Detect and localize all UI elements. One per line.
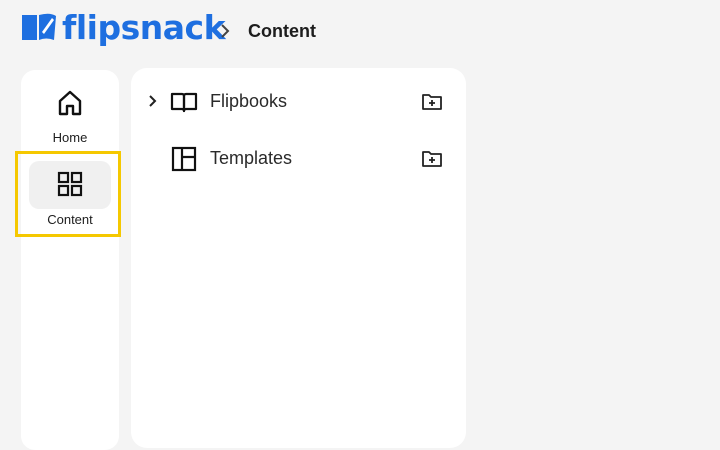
tree-item-label: Flipbooks xyxy=(210,91,288,111)
template-layout-icon xyxy=(171,146,197,172)
sidebar: Home Content xyxy=(21,70,119,450)
logo-text: flipsnack xyxy=(62,7,226,47)
folder-plus-icon[interactable] xyxy=(421,149,443,169)
content-panel: Flipbooks Templates xyxy=(131,68,466,448)
breadcrumb-current: Content xyxy=(248,21,316,41)
flipsnack-logo[interactable]: flipsnack xyxy=(20,7,226,47)
breadcrumb-chevron-icon xyxy=(221,24,230,38)
tree-item-label: Templates xyxy=(210,148,293,168)
highlight-box xyxy=(15,151,121,237)
sidebar-item-label: Home xyxy=(52,130,88,145)
book-open-icon xyxy=(170,92,198,113)
home-icon xyxy=(58,90,82,116)
chevron-right-icon[interactable] xyxy=(147,93,159,109)
tree-item-templates[interactable]: Templates xyxy=(131,139,466,179)
sidebar-item-home[interactable]: Home xyxy=(21,88,119,145)
flipsnack-logo-icon xyxy=(22,13,56,40)
top-bar: flipsnack Content xyxy=(0,0,720,64)
folder-plus-icon[interactable] xyxy=(421,92,443,112)
tree-item-flipbooks[interactable]: Flipbooks xyxy=(131,82,466,122)
